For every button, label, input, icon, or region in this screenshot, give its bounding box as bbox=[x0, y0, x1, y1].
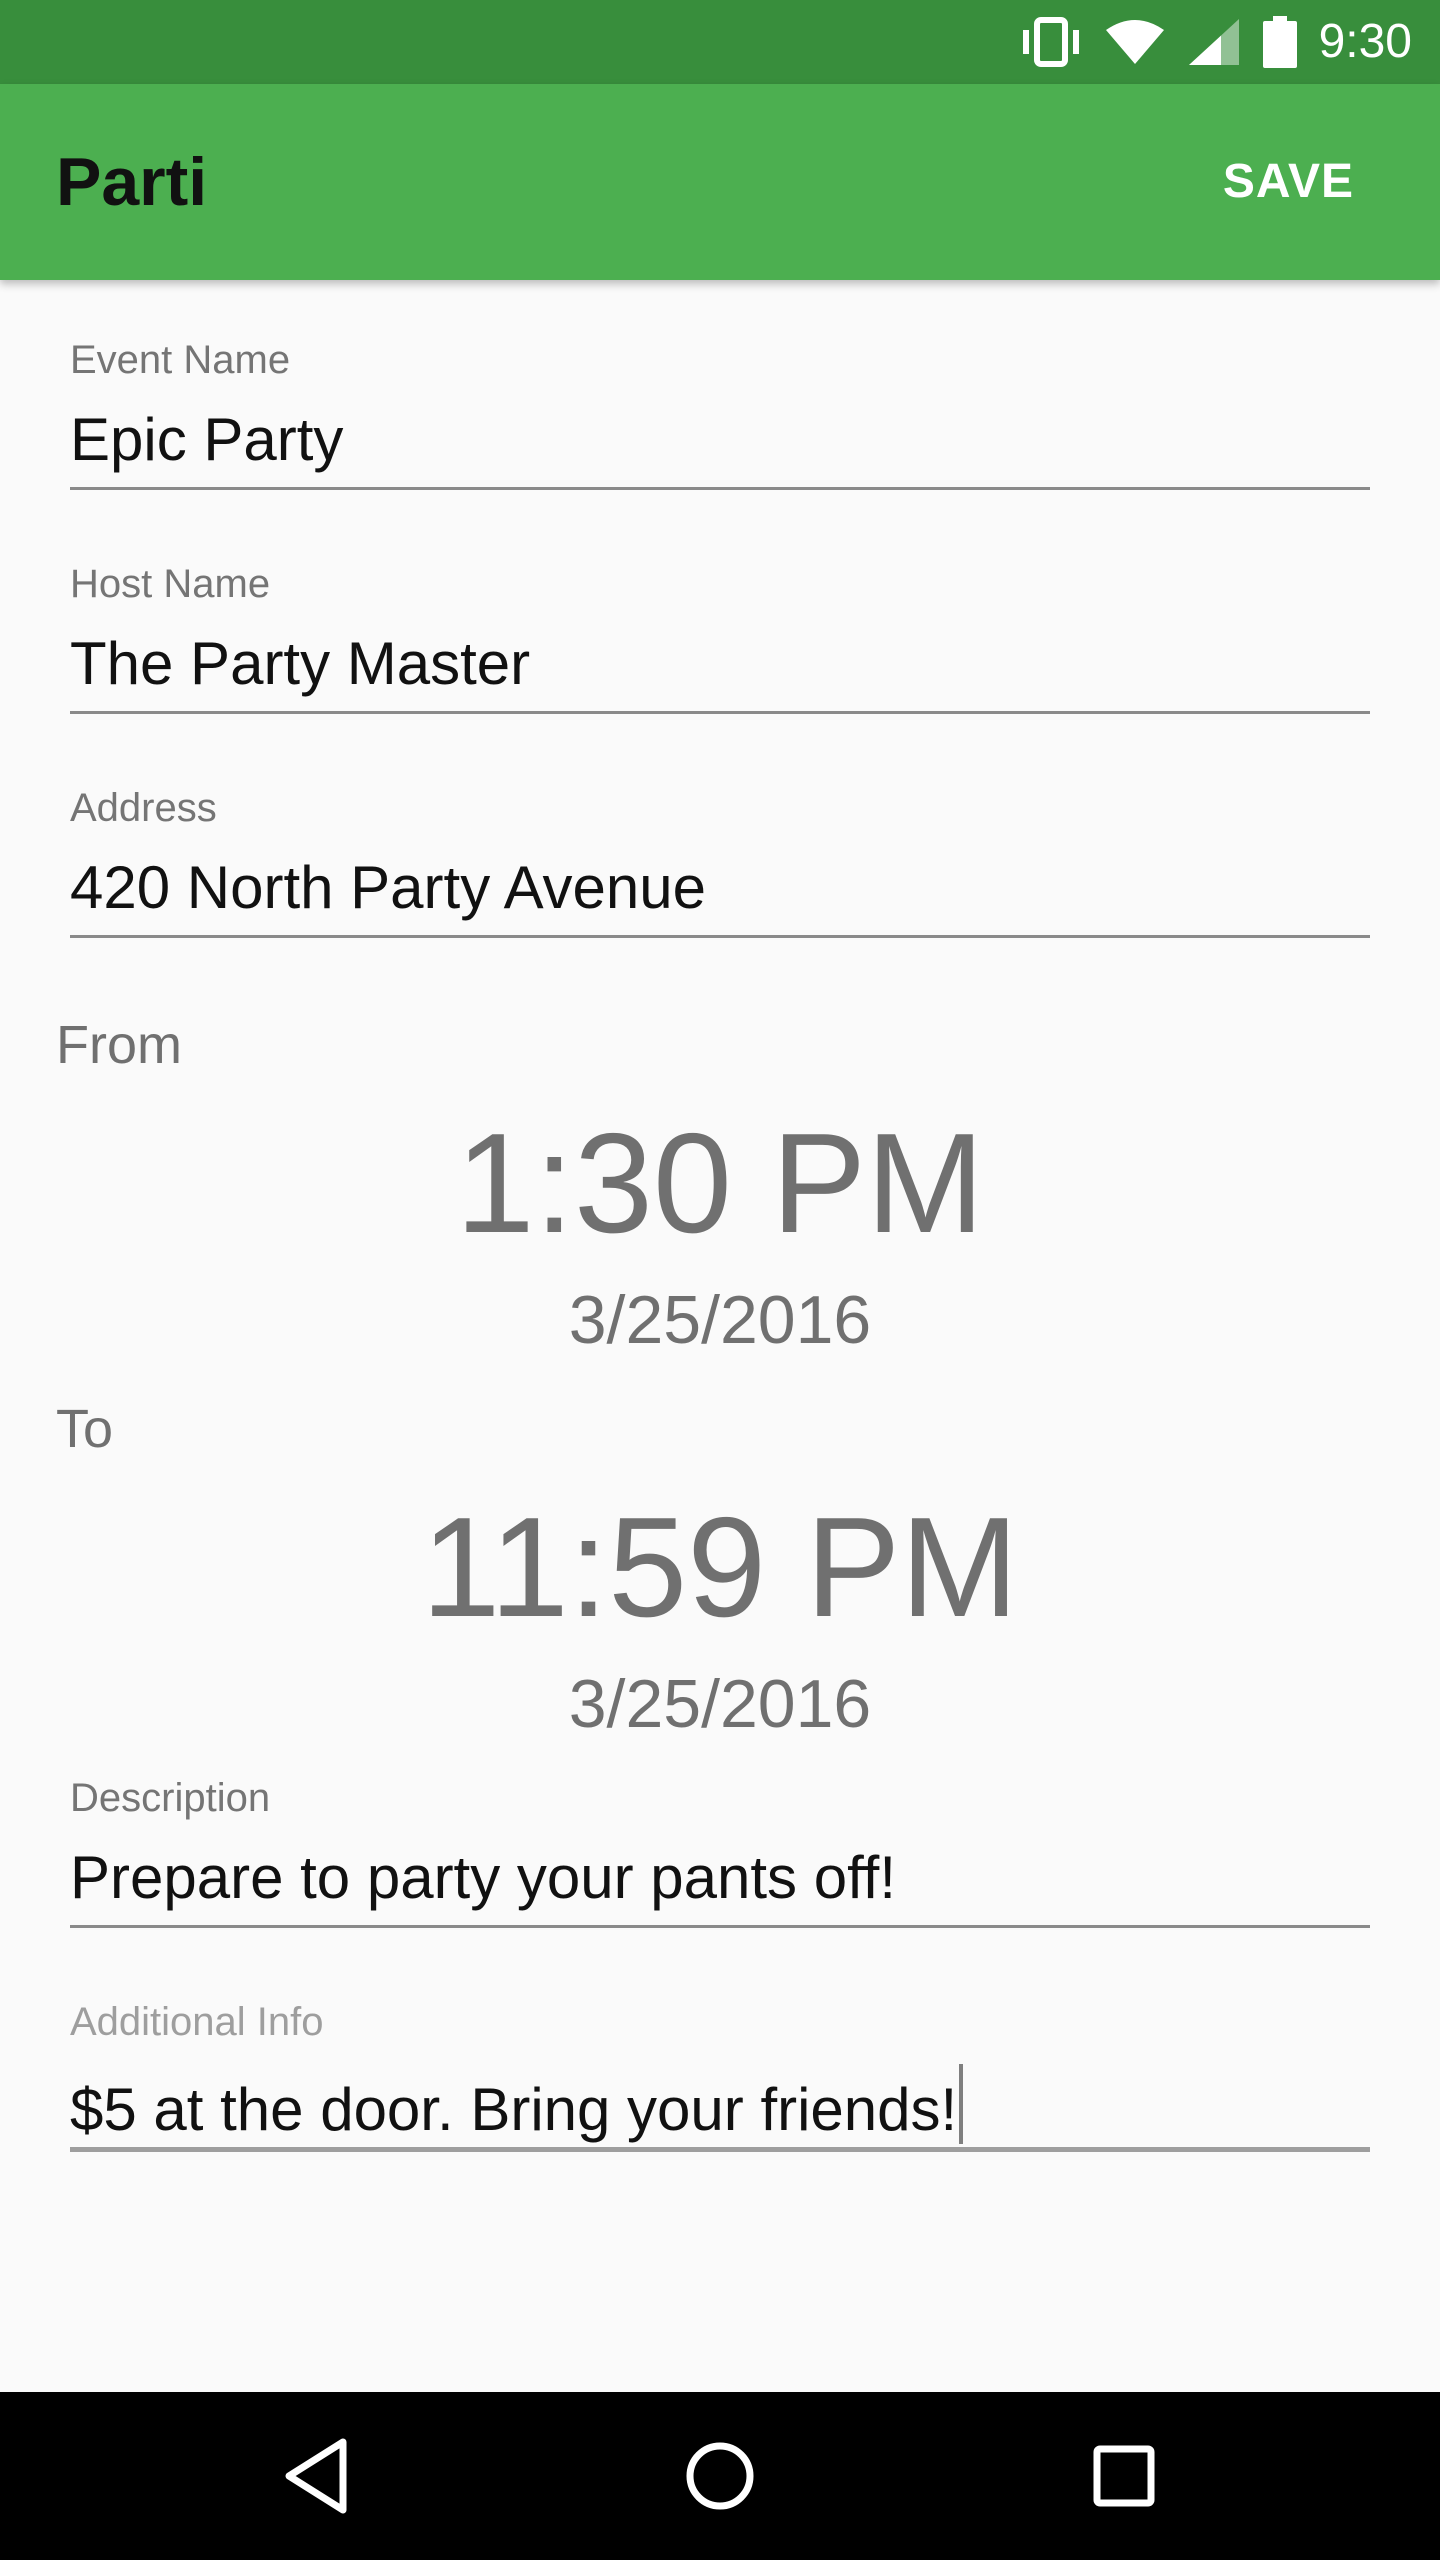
address-field: Address 420 North Party Avenue bbox=[70, 784, 1370, 938]
host-name-input[interactable]: The Party Master bbox=[70, 626, 1370, 714]
recents-icon[interactable] bbox=[1074, 2426, 1174, 2526]
description-field: Description Prepare to party your pants … bbox=[70, 1774, 1370, 1928]
address-input[interactable]: 420 North Party Avenue bbox=[70, 850, 1370, 938]
vibrate-icon bbox=[1019, 17, 1083, 67]
wifi-icon bbox=[1105, 18, 1165, 66]
app-title: Parti bbox=[56, 144, 208, 220]
event-name-input[interactable]: Epic Party bbox=[70, 402, 1370, 490]
from-time[interactable]: 1:30 PM bbox=[0, 1104, 1440, 1264]
signal-icon bbox=[1187, 17, 1241, 67]
text-cursor bbox=[959, 2064, 964, 2144]
from-date[interactable]: 3/25/2016 bbox=[0, 1280, 1440, 1360]
event-name-field: Event Name Epic Party bbox=[70, 336, 1370, 490]
additional-info-label: Additional Info bbox=[70, 2000, 324, 2044]
additional-info-field: Additional Info $5 at the door. Bring yo… bbox=[70, 1998, 1370, 2152]
back-icon[interactable] bbox=[266, 2426, 366, 2526]
to-date[interactable]: 3/25/2016 bbox=[0, 1664, 1440, 1744]
app-bar: Parti SAVE bbox=[0, 84, 1440, 280]
clock: 9:30 bbox=[1318, 15, 1412, 68]
status-icons: 9:30 bbox=[1019, 0, 1412, 84]
save-button[interactable]: SAVE bbox=[1203, 142, 1374, 222]
description-label: Description bbox=[70, 1776, 271, 1820]
battery-icon bbox=[1262, 16, 1297, 68]
navigation-bar bbox=[0, 2392, 1440, 2560]
event-name-label: Event Name bbox=[70, 338, 291, 382]
description-input[interactable]: Prepare to party your pants off! bbox=[70, 1840, 1370, 1928]
additional-info-value: $5 at the door. Bring your friends! bbox=[70, 2076, 958, 2143]
additional-info-input[interactable]: $5 at the door. Bring your friends! bbox=[70, 2064, 1370, 2152]
to-label: To bbox=[56, 1399, 114, 1459]
host-name-label: Host Name bbox=[70, 562, 271, 606]
home-icon[interactable] bbox=[670, 2426, 770, 2526]
host-name-field: Host Name The Party Master bbox=[70, 560, 1370, 714]
to-time[interactable]: 11:59 PM bbox=[0, 1488, 1440, 1648]
address-label: Address bbox=[70, 786, 217, 830]
from-label: From bbox=[56, 1015, 182, 1075]
status-bar: 9:30 bbox=[0, 0, 1440, 84]
